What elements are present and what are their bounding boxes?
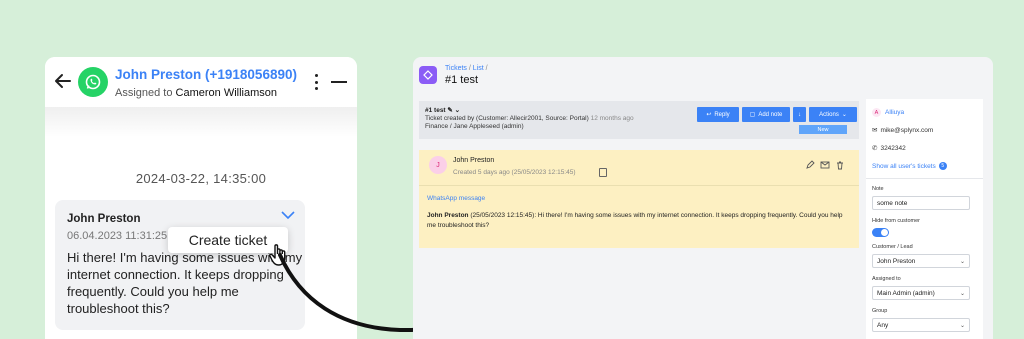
actions-label: Actions [819, 111, 839, 118]
group-select[interactable]: Any ⌄ [872, 318, 970, 332]
copy-icon[interactable] [599, 168, 607, 177]
avatar: A [872, 108, 881, 117]
assigned-to-value: Main Admin (admin) [877, 289, 935, 297]
ticket-created-ago: 12 months ago [590, 115, 634, 122]
customer-phone: ✆ 3242342 [872, 144, 906, 153]
message-divider [419, 185, 859, 186]
message-body: John Preston (25/05/2023 12:15:45): Hi t… [427, 211, 847, 230]
hide-from-customer-toggle[interactable] [872, 228, 889, 237]
email-value: mike@splynx.com [880, 126, 934, 134]
message-created: Created 5 days ago (25/05/2023 12:15:45) [453, 169, 576, 176]
all-tickets-link[interactable]: Show all user's tickets 5 [872, 162, 947, 170]
assigned-agent: Cameron Williamson [175, 87, 278, 99]
assigned-info: Assigned to Cameron Williamson [115, 87, 277, 99]
note-icon: ▢ [749, 112, 756, 118]
trash-icon[interactable] [835, 160, 845, 170]
group-value: Any [877, 321, 889, 329]
ticket-info-bar: #1 test ✎ ⌄ Ticket created by (Customer:… [419, 101, 859, 139]
note-field[interactable]: some note [872, 196, 970, 210]
assigned-to-label: Assigned to [872, 276, 901, 282]
sidebar-divider [866, 178, 983, 179]
hide-from-customer-label: Hide from customer [872, 218, 920, 224]
assigned-prefix: Assigned to [115, 87, 173, 99]
message-sender: John Preston [67, 213, 141, 225]
message-body-text: (25/05/2023 12:15:45): Hi there! I'm hav… [427, 212, 843, 229]
ticket-sidebar: A Alliuya ✉ mike@splynx.com ✆ 3242342 Show … [866, 99, 983, 339]
breadcrumb-separator: / [468, 65, 471, 72]
chevron-down-icon: ⌄ [841, 112, 847, 118]
reply-button[interactable]: ↩ Reply [697, 107, 739, 122]
ticket-page-header: Tickets / List / #1 test [413, 57, 993, 93]
breadcrumb: Tickets / List / [445, 65, 488, 72]
page-title: #1 test [445, 74, 479, 86]
note-label: Note [872, 186, 884, 192]
ticket-created-line: Ticket created by (Customer: Allecir2001… [425, 115, 634, 122]
minimize-icon[interactable] [331, 81, 347, 83]
note-value: some note [877, 199, 908, 207]
chevron-down-icon: ⌄ [959, 290, 965, 297]
contact-name[interactable]: John Preston (+1918056890) [115, 67, 297, 82]
move-down-button[interactable]: ↓ [793, 107, 806, 122]
breadcrumb-separator: / [485, 65, 488, 72]
whatsapp-icon [78, 67, 108, 97]
more-menu-icon[interactable] [313, 74, 319, 90]
customer-lead-select[interactable]: John Preston ⌄ [872, 254, 970, 268]
message-source: WhatsApp message [427, 195, 486, 202]
add-note-button[interactable]: ▢ Add note [742, 107, 790, 122]
group-label: Group [872, 308, 888, 314]
chevron-down-icon[interactable] [281, 210, 295, 220]
reply-icon: ↩ [706, 112, 712, 118]
date-divider: 2024-03-22, 14:35:00 [135, 171, 267, 186]
customer-email: ✉ mike@splynx.com [872, 126, 934, 135]
customer-name: Alliuya [885, 109, 905, 116]
tickets-count-badge: 5 [938, 162, 947, 170]
back-arrow-icon[interactable] [53, 71, 73, 91]
breadcrumb-tickets[interactable]: Tickets [445, 65, 467, 72]
chevron-down-icon: ⌄ [959, 322, 965, 329]
ticket-tag-icon [419, 66, 437, 84]
arrow-down-icon: ↓ [798, 111, 801, 118]
all-tickets-label: Show all user's tickets [872, 162, 936, 170]
ticket-created-text: Ticket created by (Customer: Allecir2001… [425, 115, 589, 122]
status-badge[interactable]: New [799, 125, 847, 134]
phone-icon: ✆ [872, 145, 878, 152]
chat-header: John Preston (+1918056890) Assigned to C… [45, 57, 357, 107]
message-body-author: John Preston [427, 212, 469, 219]
customer-lead-label: Customer / Lead [872, 244, 913, 250]
ticket-id[interactable]: #1 test ✎ ⌄ [425, 106, 460, 114]
chevron-down-icon: ⌄ [959, 258, 965, 265]
assigned-to-select[interactable]: Main Admin (admin) ⌄ [872, 286, 970, 300]
breadcrumb-list[interactable]: List [473, 65, 484, 72]
message-author: John Preston [453, 157, 495, 164]
ticket-assignee: Finance / Jane Appleseed (admin) [425, 123, 524, 130]
add-note-label: Add note [758, 111, 783, 118]
message-time: 06.04.2023 11:31:25 [67, 230, 168, 242]
mail-icon: ✉ [872, 127, 878, 134]
phone-value: 3242342 [880, 144, 906, 152]
ticket-id-label: #1 test [425, 107, 446, 114]
mail-icon[interactable] [820, 160, 830, 170]
actions-button[interactable]: Actions ⌄ [809, 107, 857, 122]
edit-icon[interactable] [805, 160, 815, 170]
avatar: J [429, 156, 447, 174]
reply-label: Reply [714, 111, 730, 118]
ticket-app-panel: Tickets / List / #1 test #1 test ✎ ⌄ Tic… [413, 57, 993, 339]
message-tools [805, 160, 845, 170]
customer-user[interactable]: A Alliuya [872, 108, 904, 117]
customer-lead-value: John Preston [877, 257, 916, 265]
ticket-message: J John Preston Created 5 days ago (25/05… [419, 150, 859, 248]
header-shadow [45, 107, 357, 137]
